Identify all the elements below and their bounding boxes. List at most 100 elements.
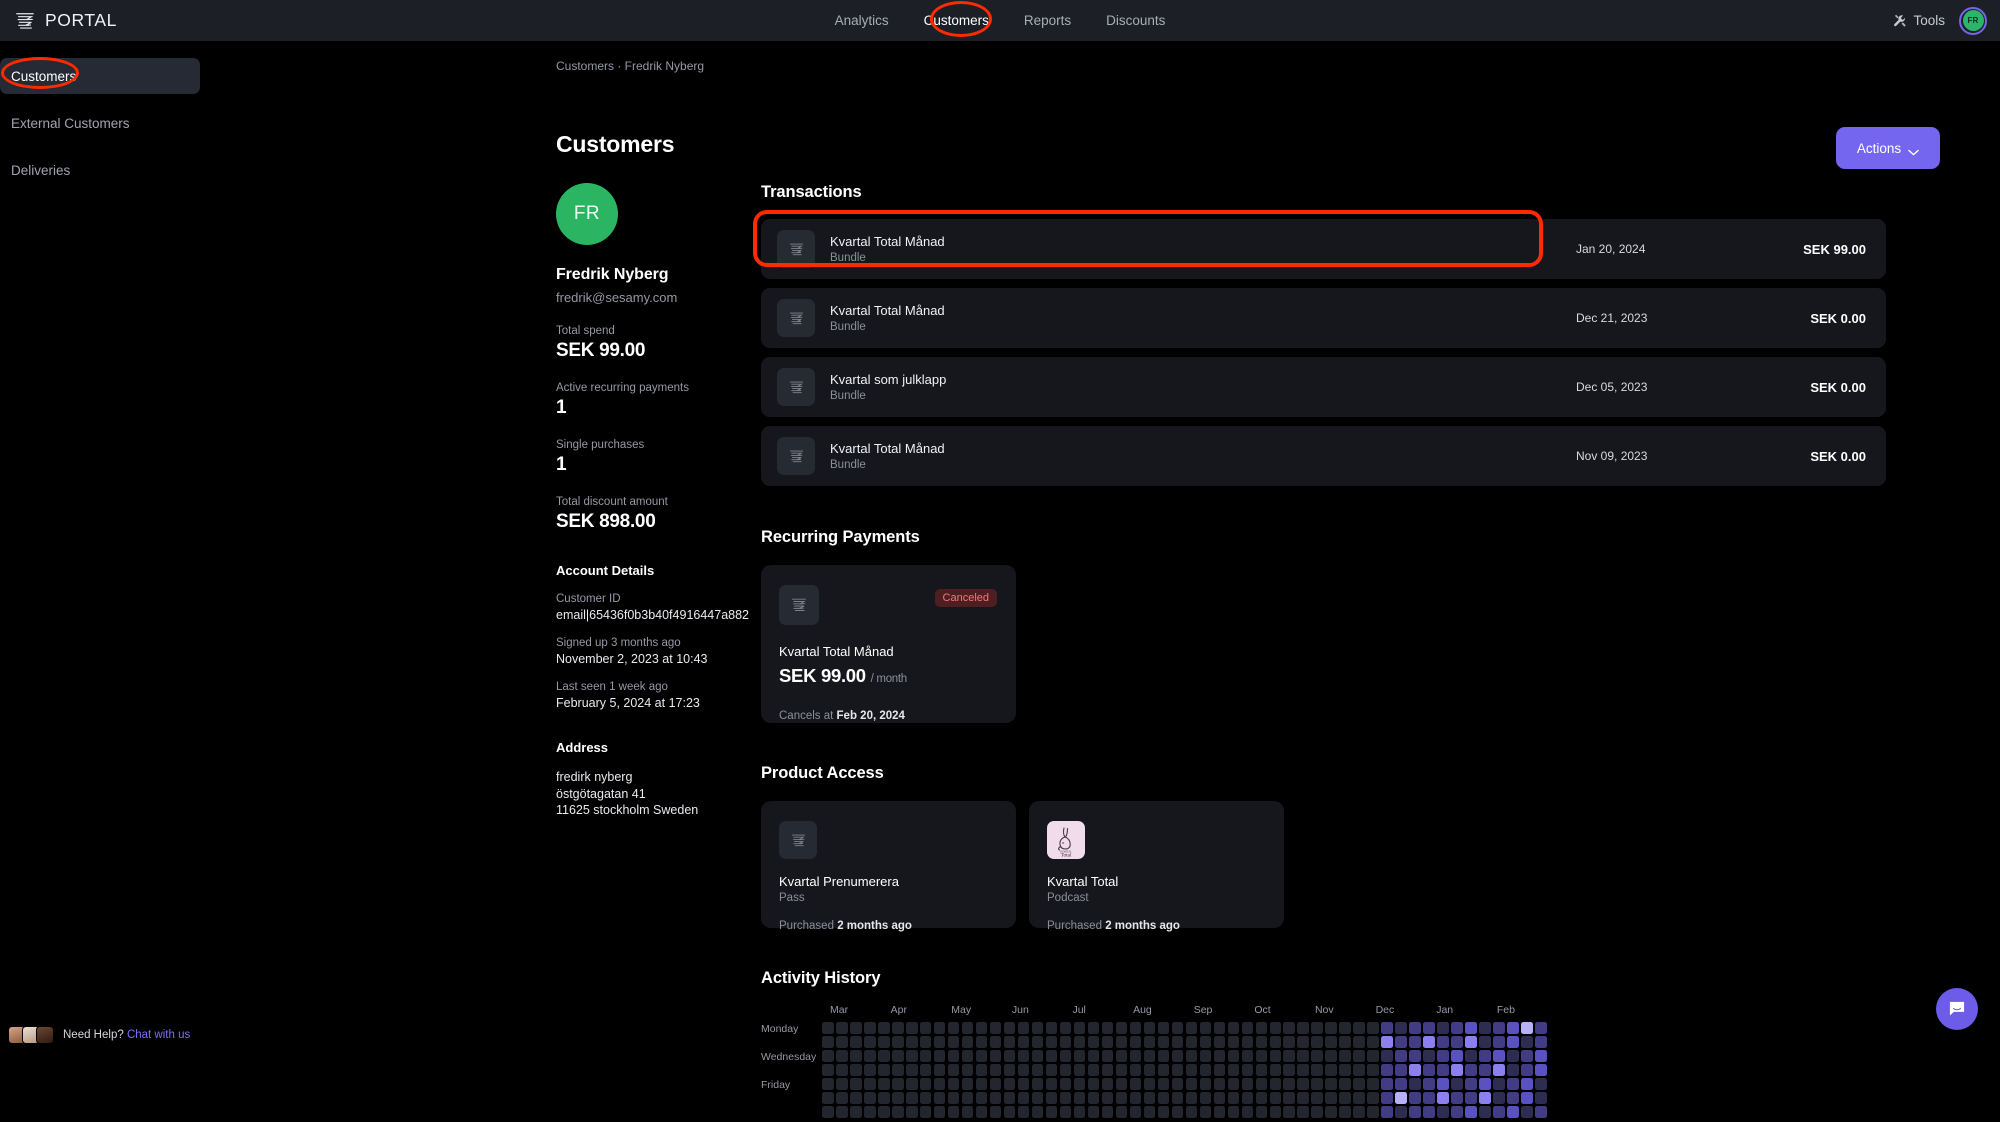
heatmap-cell[interactable] xyxy=(1270,1064,1282,1076)
heatmap-cell[interactable] xyxy=(934,1092,946,1104)
sidebar-item-deliveries[interactable]: Deliveries xyxy=(0,152,200,188)
heatmap-cell[interactable] xyxy=(976,1078,988,1090)
heatmap-cell[interactable] xyxy=(1046,1092,1058,1104)
table-row[interactable]: Kvartal som julklapp Bundle Dec 05, 2023… xyxy=(761,357,1886,417)
heatmap-cell[interactable] xyxy=(1200,1036,1212,1048)
heatmap-cell[interactable] xyxy=(1102,1106,1114,1118)
heatmap-cell[interactable] xyxy=(1367,1106,1379,1118)
heatmap-cell[interactable] xyxy=(1032,1064,1044,1076)
heatmap-cell[interactable] xyxy=(864,1036,876,1048)
heatmap-cell[interactable] xyxy=(1283,1078,1295,1090)
heatmap-cell[interactable] xyxy=(1186,1064,1198,1076)
heatmap-cell[interactable] xyxy=(1423,1106,1435,1118)
heatmap-cell[interactable] xyxy=(1409,1092,1421,1104)
heatmap-cell[interactable] xyxy=(1423,1022,1435,1034)
heatmap-cell[interactable] xyxy=(1158,1064,1170,1076)
nav-item-analytics[interactable]: Analytics xyxy=(833,10,891,31)
heatmap-cell[interactable] xyxy=(1465,1022,1477,1034)
heatmap-cell[interactable] xyxy=(864,1092,876,1104)
table-row[interactable]: Kvartal Total Månad Bundle Jan 20, 2024 … xyxy=(761,219,1886,279)
heatmap-cell[interactable] xyxy=(1116,1022,1128,1034)
heatmap-cell[interactable] xyxy=(1186,1050,1198,1062)
heatmap-cell[interactable] xyxy=(1521,1092,1533,1104)
heatmap-cell[interactable] xyxy=(1479,1064,1491,1076)
heatmap-cell[interactable] xyxy=(1479,1022,1491,1034)
heatmap-cell[interactable] xyxy=(892,1106,904,1118)
heatmap-cell[interactable] xyxy=(990,1064,1002,1076)
user-avatar[interactable]: FR xyxy=(1959,7,1987,35)
heatmap-cell[interactable] xyxy=(1451,1092,1463,1104)
nav-item-customers[interactable]: Customers xyxy=(922,10,991,31)
heatmap-cell[interactable] xyxy=(1381,1036,1393,1048)
table-row[interactable]: Kvartal Total Månad Bundle Nov 09, 2023 … xyxy=(761,426,1886,486)
heatmap-cell[interactable] xyxy=(1521,1022,1533,1034)
heatmap-cell[interactable] xyxy=(1102,1022,1114,1034)
heatmap-cell[interactable] xyxy=(1074,1106,1086,1118)
heatmap-cell[interactable] xyxy=(1018,1050,1030,1062)
heatmap-cell[interactable] xyxy=(1186,1092,1198,1104)
heatmap-cell[interactable] xyxy=(1242,1106,1254,1118)
heatmap-cell[interactable] xyxy=(1214,1078,1226,1090)
heatmap-cell[interactable] xyxy=(1465,1078,1477,1090)
heatmap-cell[interactable] xyxy=(1046,1050,1058,1062)
heatmap-cell[interactable] xyxy=(1130,1064,1142,1076)
heatmap-cell[interactable] xyxy=(850,1092,862,1104)
heatmap-cell[interactable] xyxy=(822,1092,834,1104)
heatmap-cell[interactable] xyxy=(878,1022,890,1034)
heatmap-cell[interactable] xyxy=(1018,1092,1030,1104)
heatmap-cell[interactable] xyxy=(1032,1092,1044,1104)
heatmap-cell[interactable] xyxy=(1507,1036,1519,1048)
heatmap-cell[interactable] xyxy=(1242,1092,1254,1104)
heatmap-cell[interactable] xyxy=(1102,1092,1114,1104)
heatmap-cell[interactable] xyxy=(990,1050,1002,1062)
heatmap-cell[interactable] xyxy=(1172,1022,1184,1034)
heatmap-cell[interactable] xyxy=(1242,1064,1254,1076)
heatmap-cell[interactable] xyxy=(864,1106,876,1118)
heatmap-cell[interactable] xyxy=(1228,1106,1240,1118)
tools-button[interactable]: Tools xyxy=(1893,13,1945,28)
heatmap-cell[interactable] xyxy=(1381,1050,1393,1062)
heatmap-cell[interactable] xyxy=(1228,1092,1240,1104)
heatmap-cell[interactable] xyxy=(976,1050,988,1062)
heatmap-cell[interactable] xyxy=(906,1092,918,1104)
heatmap-cell[interactable] xyxy=(976,1106,988,1118)
heatmap-cell[interactable] xyxy=(1465,1092,1477,1104)
heatmap-cell[interactable] xyxy=(1325,1036,1337,1048)
chat-with-us-link[interactable]: Chat with us xyxy=(127,1029,190,1041)
heatmap-cell[interactable] xyxy=(1144,1022,1156,1034)
heatmap-cell[interactable] xyxy=(1423,1092,1435,1104)
heatmap-cell[interactable] xyxy=(934,1106,946,1118)
heatmap-cell[interactable] xyxy=(1242,1078,1254,1090)
heatmap-cell[interactable] xyxy=(1535,1022,1547,1034)
heatmap-cell[interactable] xyxy=(1004,1050,1016,1062)
heatmap-cell[interactable] xyxy=(1200,1050,1212,1062)
heatmap-cell[interactable] xyxy=(976,1092,988,1104)
heatmap-cell[interactable] xyxy=(1339,1092,1351,1104)
heatmap-cell[interactable] xyxy=(892,1022,904,1034)
heatmap-cell[interactable] xyxy=(1200,1064,1212,1076)
heatmap-cell[interactable] xyxy=(1311,1050,1323,1062)
heatmap-cell[interactable] xyxy=(1214,1064,1226,1076)
heatmap-cell[interactable] xyxy=(1088,1036,1100,1048)
heatmap-cell[interactable] xyxy=(1074,1036,1086,1048)
heatmap-cell[interactable] xyxy=(990,1092,1002,1104)
heatmap-cell[interactable] xyxy=(1214,1092,1226,1104)
heatmap-cell[interactable] xyxy=(1535,1092,1547,1104)
heatmap-cell[interactable] xyxy=(1325,1092,1337,1104)
heatmap-cell[interactable] xyxy=(1256,1106,1268,1118)
heatmap-cell[interactable] xyxy=(906,1050,918,1062)
heatmap-cell[interactable] xyxy=(850,1036,862,1048)
heatmap-cell[interactable] xyxy=(1144,1036,1156,1048)
heatmap-cell[interactable] xyxy=(920,1036,932,1048)
heatmap-cell[interactable] xyxy=(976,1022,988,1034)
heatmap-cell[interactable] xyxy=(1535,1050,1547,1062)
heatmap-cell[interactable] xyxy=(892,1078,904,1090)
heatmap-cell[interactable] xyxy=(1381,1022,1393,1034)
heatmap-cell[interactable] xyxy=(1144,1092,1156,1104)
heatmap-cell[interactable] xyxy=(1256,1036,1268,1048)
heatmap-cell[interactable] xyxy=(836,1078,848,1090)
chat-launcher-button[interactable] xyxy=(1936,988,1978,1030)
heatmap-cell[interactable] xyxy=(1130,1022,1142,1034)
heatmap-cell[interactable] xyxy=(1339,1064,1351,1076)
heatmap-cell[interactable] xyxy=(1437,1092,1449,1104)
